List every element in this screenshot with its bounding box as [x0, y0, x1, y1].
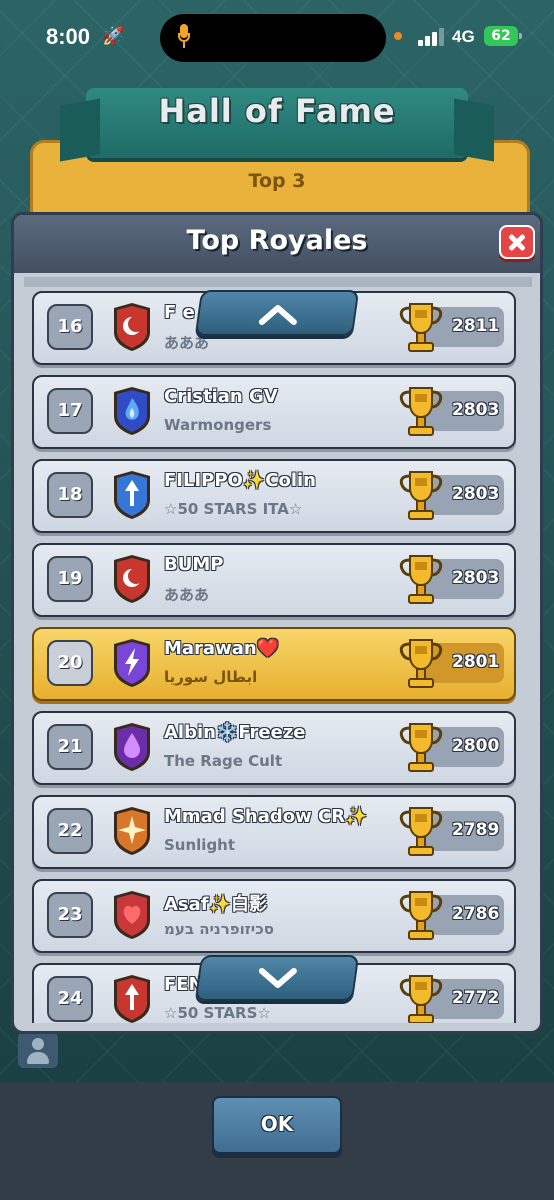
battery-icon: 62 [484, 26, 522, 46]
rocket-icon: 🚀 [102, 26, 125, 47]
clan-badge-icon [114, 723, 150, 771]
trophy-count: 2789 [452, 820, 500, 840]
clan-badge-icon [114, 555, 150, 603]
clan-name[interactable]: ☆50 STARS☆ [164, 1004, 271, 1022]
trophy-count: 2803 [452, 484, 500, 504]
trophy-count: 2772 [452, 988, 500, 1008]
trophy-icon [399, 387, 443, 436]
rank-number: 17 [47, 388, 93, 434]
clan-badge-icon [114, 975, 150, 1023]
player-name[interactable]: Asaf✨白影 [164, 890, 267, 916]
profile-icon[interactable] [18, 1032, 58, 1068]
clan-name[interactable]: The Rage Cult [164, 752, 282, 770]
leaderboard-row[interactable]: 18 FILIPPO✨Colin ☆50 STARS ITA☆ 2803 [32, 459, 516, 533]
leaderboard-list[interactable]: 16 F e あああ 2811 17 Cristian GV Warmongers 2803 1… [24, 277, 532, 1023]
clan-name[interactable]: ابطال سوريا [164, 668, 257, 686]
trophy-count: 2801 [452, 652, 500, 672]
trophy-count: 2786 [452, 904, 500, 924]
player-name[interactable]: BUMP [164, 554, 223, 575]
chevron-down-icon [258, 968, 297, 988]
trophy-icon [399, 303, 443, 352]
rank-number: 19 [47, 556, 93, 602]
battery-level: 62 [491, 28, 511, 44]
ok-button[interactable]: OK [212, 1096, 342, 1154]
top-3-label: Top 3 [248, 170, 306, 192]
microphone-icon [178, 24, 190, 50]
trophy-count: 2811 [452, 316, 500, 336]
status-time: 8:00 [46, 24, 91, 49]
leaderboard-row[interactable]: 17 Cristian GV Warmongers 2803 [32, 375, 516, 449]
clan-name[interactable]: あああ [164, 584, 209, 605]
recording-dot [394, 32, 402, 40]
leaderboard-row[interactable]: 21 Albin❄️Freeze The Rage Cult 2800 [32, 711, 516, 785]
trophy-icon [399, 471, 443, 520]
hall-of-fame-title: Hall of Fame [158, 92, 396, 130]
scroll-up-button[interactable] [194, 290, 360, 336]
trophy-icon [399, 723, 443, 772]
player-name[interactable]: Albin❄️Freeze [164, 722, 306, 743]
clan-badge-icon [114, 639, 150, 687]
clan-badge-icon [114, 471, 150, 519]
trophy-icon [399, 891, 443, 940]
list-divider [24, 277, 532, 287]
trophy-count: 2803 [452, 400, 500, 420]
player-name[interactable]: Cristian GV [164, 386, 278, 407]
rank-number: 24 [47, 976, 93, 1022]
leaderboard-row[interactable]: 20 Marawan❤️ ابطال سوريا 2801 [32, 627, 516, 701]
dynamic-island [160, 14, 386, 62]
clan-name[interactable]: סכיזופרניה בעמ [164, 920, 274, 938]
clan-name[interactable]: ☆50 STARS ITA☆ [164, 500, 302, 518]
trophy-icon [399, 555, 443, 604]
clan-badge-icon [114, 807, 150, 855]
chevron-up-icon [258, 305, 297, 325]
trophy-count: 2800 [452, 736, 500, 756]
trophy-icon [399, 807, 443, 856]
network-type: 4G [452, 27, 475, 46]
leaderboard-row[interactable]: 22 Mmad Shadow CR✨ Sunlight 2789 [32, 795, 516, 869]
player-name[interactable]: Marawan❤️ [164, 638, 279, 659]
rank-number: 21 [47, 724, 93, 770]
trophy-icon [399, 975, 443, 1023]
clan-name[interactable]: Sunlight [164, 836, 235, 854]
trophy-icon [399, 639, 443, 688]
modal-title: Top Royales [186, 225, 368, 256]
scroll-down-button[interactable] [194, 955, 360, 1001]
rank-number: 18 [47, 472, 93, 518]
player-name[interactable]: FILIPPO✨Colin [164, 470, 316, 491]
modal-header: Top Royales [14, 215, 540, 273]
leaderboard-row[interactable]: 23 Asaf✨白影 סכיזופרניה בעמ 2786 [32, 879, 516, 953]
trophy-count: 2803 [452, 568, 500, 588]
player-name[interactable]: F e [164, 302, 195, 323]
signal-icon [418, 28, 446, 46]
clan-badge-icon [114, 387, 150, 435]
rank-number: 23 [47, 892, 93, 938]
status-bar: 8:00 🚀 4G 62 [0, 0, 554, 70]
clan-badge-icon [114, 303, 150, 351]
clan-name[interactable]: Warmongers [164, 416, 271, 434]
close-icon[interactable] [499, 225, 535, 259]
rank-number: 20 [47, 640, 93, 686]
player-name[interactable]: Mmad Shadow CR✨ [164, 806, 368, 827]
clan-badge-icon [114, 891, 150, 939]
rank-number: 16 [47, 304, 93, 350]
rank-number: 22 [47, 808, 93, 854]
leaderboard-row[interactable]: 19 BUMP あああ 2803 [32, 543, 516, 617]
